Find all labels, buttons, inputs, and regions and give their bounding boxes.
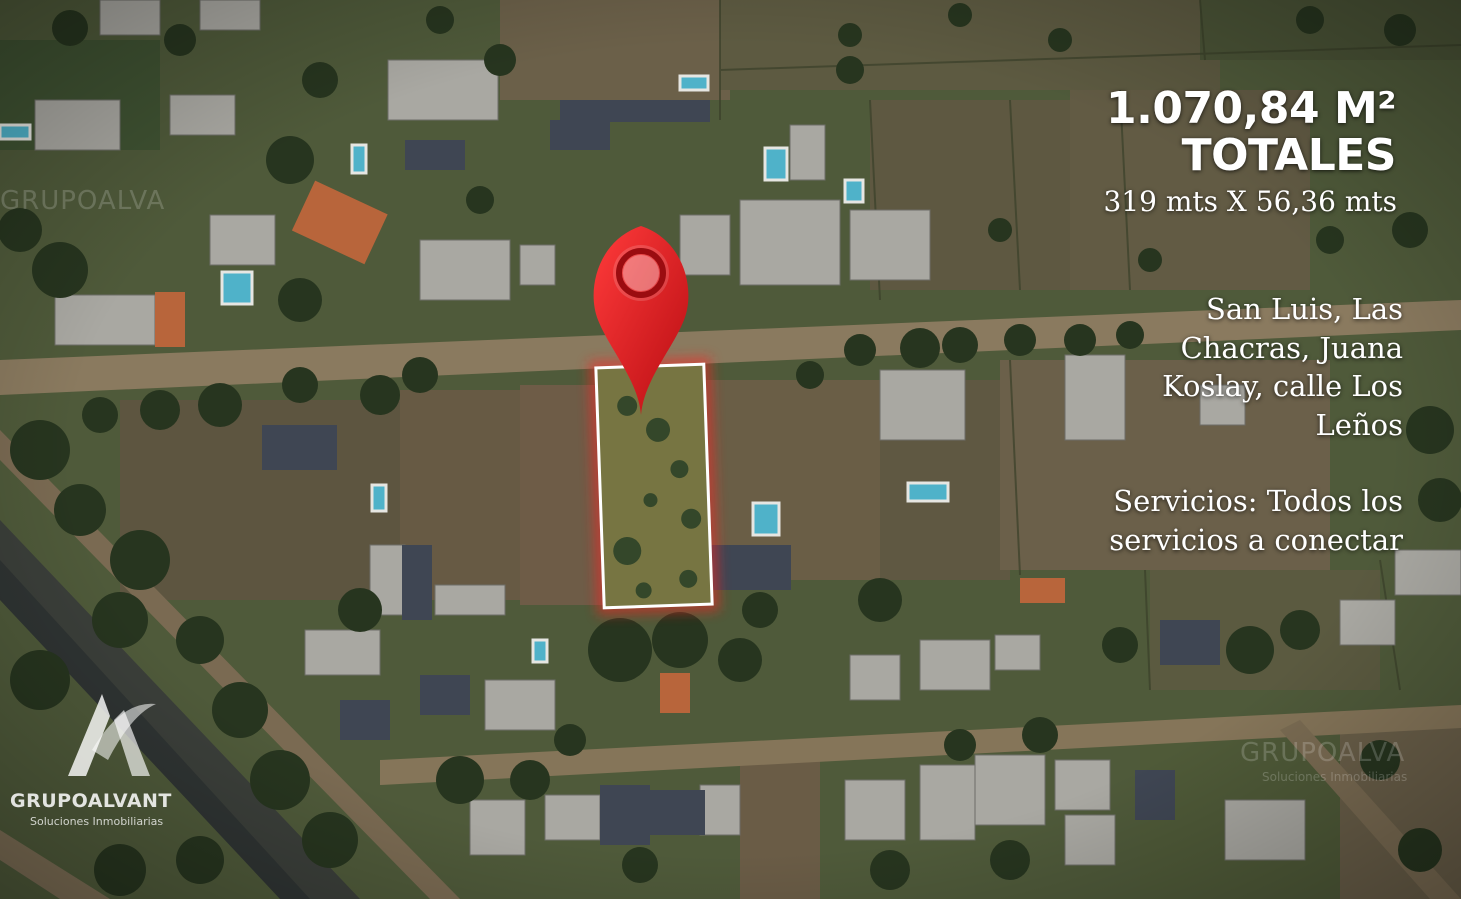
brand-tagline: Soluciones Inmobiliarias — [30, 815, 164, 828]
watermark-brand-name: GRUPOALVA — [1240, 738, 1406, 768]
lot-dimensions: 319 mts X 56,36 mts — [1103, 185, 1397, 218]
grupoalvant-logo-icon — [68, 694, 156, 776]
lot-services: Servicios: Todos los servicios a conecta… — [1109, 484, 1403, 557]
watermark-brand-tagline: Soluciones Inmobiliarias — [1262, 770, 1408, 784]
watermark-top-left: GRUPOALVA — [0, 186, 166, 216]
lot-location: San Luis, Las Chacras, Juana Koslay, cal… — [1162, 292, 1403, 442]
brand-name: GRUPOALVANT — [10, 790, 172, 812]
aerial-photo: GRUPOALVA GRUPOALVA Soluciones Inmobilia… — [0, 0, 1461, 899]
lot-area-label: TOTALES — [1181, 130, 1397, 181]
lot-area: 1.070,84 M² — [1106, 83, 1397, 134]
map-pin-icon — [593, 226, 689, 415]
